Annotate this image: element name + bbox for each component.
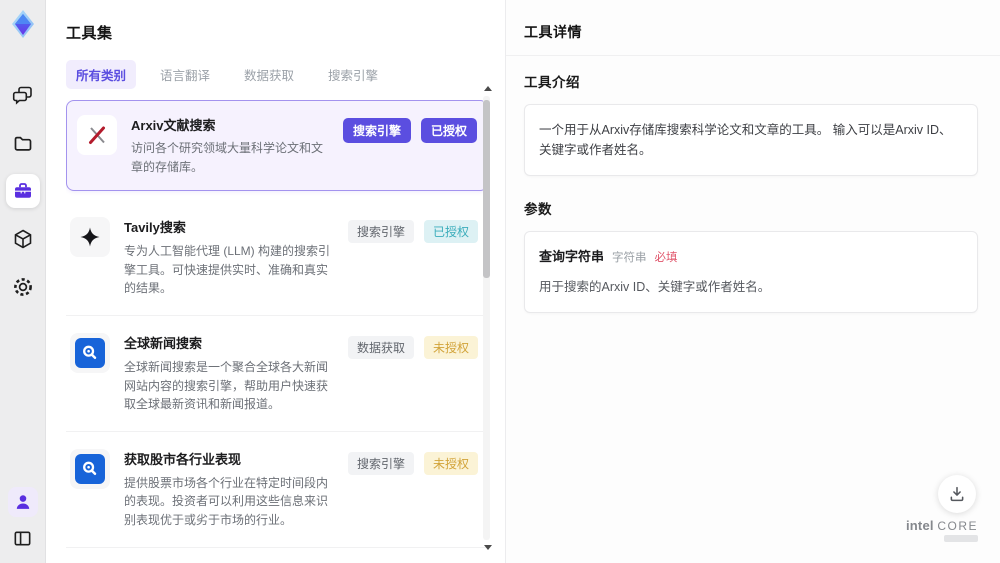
tool-card-stock-sectors[interactable]: 获取股市各行业表现 提供股票市场各个行业在特定时间段内的表现。投资者可以利用这些… [66,431,488,548]
tab-data-acquisition[interactable]: 数据获取 [234,60,304,89]
gear-icon [13,278,32,296]
tool-intro-box: 一个用于从Arxiv存储库搜索科学论文和文章的工具。 输入可以是Arxiv ID… [524,104,978,176]
download-button[interactable] [938,475,976,513]
sidebar-bottom [7,487,38,553]
sidebar-item-user[interactable] [7,487,38,517]
tool-name: Arxiv文献搜索 [131,118,216,133]
page-title: 工具集 [66,25,113,42]
sidebar-item-collapse[interactable] [8,523,38,553]
parameter-box: 查询字符串 字符串 必填 用于搜索的Arxiv ID、关键字或作者姓名。 [524,231,978,313]
param-type: 字符串 [612,252,647,264]
sidebar-item-tools[interactable] [5,174,40,208]
tool-card-tavily[interactable]: Tavily搜索 专为人工智能代理 (LLM) 构建的搜索引擎工具。可快速提供实… [66,200,488,316]
auth-status-badge: 已授权 [423,220,478,244]
category-tabs: 所有类别 语言翻译 数据获取 搜索引擎 [66,60,505,89]
sidebar-item-models[interactable] [6,222,40,256]
cube-icon [14,229,31,249]
core-brand-text: CORE [937,519,978,533]
tool-name: 获取股市各行业表现 [124,451,242,467]
briefcase-icon [14,183,31,198]
stock-sector-icon [75,453,105,484]
sidebar-nav [5,78,40,304]
sidebar [0,0,46,563]
auth-status-badge: 未授权 [423,451,478,475]
app-window: 工具集 所有类别 语言翻译 数据获取 搜索引擎 Arxiv文献搜索 访问各个研究… [0,0,1000,563]
arxiv-icon [77,115,117,155]
list-scrollbar-thumb[interactable] [483,100,490,278]
tool-card-active-stocks[interactable]: 获取市场最活跃股票信息 提供当天交易量最高的股票列表，投资者可以利用这些信息来识… [66,547,488,562]
tool-card-list: Arxiv文献搜索 访问各个研究领域大量科学论文和文章的存储库。 搜索引擎 已授… [66,100,488,562]
tool-name: Tavily搜索 [124,220,186,236]
param-required-flag: 必填 [654,252,678,264]
news-search-icon [75,337,105,368]
intel-core-logo: intel CORE [906,518,978,542]
sidebar-item-files[interactable] [6,126,40,160]
category-badge: 搜索引擎 [347,220,414,244]
param-description: 用于搜索的Arxiv ID、关键字或作者姓名。 [539,279,771,294]
sidebar-item-chat[interactable] [6,78,40,112]
diamond-logo-icon [11,10,34,38]
tool-detail-panel: 工具详情 工具介绍 一个用于从Arxiv存储库搜索科学论文和文章的工具。 输入可… [505,0,1000,563]
auth-status-badge: 已授权 [420,118,477,143]
category-badge: 搜索引擎 [342,118,411,143]
intro-section-heading: 工具介绍 [524,75,580,90]
download-icon [950,486,964,502]
tool-card-global-news[interactable]: 全球新闻搜索 全球新闻搜索是一个聚合全球各大新闻网站内容的搜索引擎，帮助用户快速… [66,315,488,432]
tab-all-categories[interactable]: 所有类别 [66,60,137,89]
intel-logo-underline [944,535,978,542]
tool-description: 访问各个研究领域大量科学论文和文章的存储库。 [131,141,324,174]
tool-description: 专为人工智能代理 (LLM) 构建的搜索引擎工具。可快速提供实时、准确和真实的结… [124,244,331,296]
scroll-up-arrow-icon[interactable] [484,86,492,91]
panel-toggle-icon [14,530,31,546]
detail-panel-title: 工具详情 [524,24,582,40]
category-badge: 数据获取 [347,335,414,359]
tab-search-engine[interactable]: 搜索引擎 [318,60,388,89]
auth-status-badge: 未授权 [423,335,478,359]
tool-name: 全球新闻搜索 [124,335,203,351]
app-logo [7,8,39,40]
folder-icon [14,136,31,151]
params-section-heading: 参数 [524,202,552,217]
intel-brand-text: intel [905,518,934,533]
tool-card-arxiv[interactable]: Arxiv文献搜索 访问各个研究领域大量科学论文和文章的存储库。 搜索引擎 已授… [66,100,488,192]
tool-description: 提供股票市场各个行业在特定时间段内的表现。投资者可以利用这些信息来识别表现优于或… [124,475,329,527]
user-icon [16,495,29,509]
category-badge: 搜索引擎 [347,451,414,475]
tools-list-panel: 工具集 所有类别 语言翻译 数据获取 搜索引擎 Arxiv文献搜索 访问各个研究… [46,0,505,563]
tool-description: 全球新闻搜索是一个聚合全球各大新闻网站内容的搜索引擎，帮助用户快速获取全球最新资… [124,359,329,412]
tavily-star-icon [70,217,110,258]
sidebar-item-settings[interactable] [6,270,40,304]
scroll-down-arrow-icon[interactable] [484,545,492,550]
chat-icon [12,86,32,105]
tab-language-translation[interactable]: 语言翻译 [150,60,220,89]
param-name: 查询字符串 [539,249,605,264]
